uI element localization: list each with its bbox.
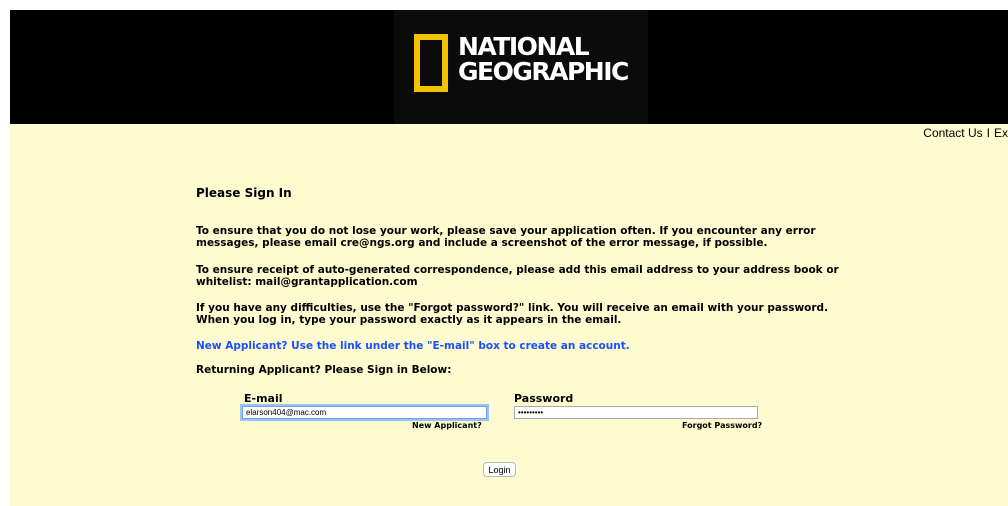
link-separator: I (986, 126, 990, 140)
top-links: Contact Us I Ex (923, 126, 1008, 140)
password-field[interactable] (514, 406, 758, 419)
whitelist-notice: To ensure receipt of auto-generated corr… (196, 264, 839, 288)
new-applicant-note: New Applicant? Use the link under the "E… (196, 340, 630, 352)
contact-us-link[interactable]: Contact Us (923, 126, 982, 140)
save-work-notice: To ensure that you do not lose your work… (196, 225, 816, 249)
yellow-border-icon (414, 34, 448, 92)
logo-line-1: NATIONAL (458, 32, 590, 61)
logo-wordmark: NATIONAL GEOGRAPHIC (458, 32, 629, 86)
site-header: NATIONAL GEOGRAPHIC (10, 10, 1008, 124)
login-button[interactable]: Login (483, 462, 516, 477)
exit-link[interactable]: Ex (994, 126, 1008, 140)
returning-applicant-heading: Returning Applicant? Please Sign in Belo… (196, 364, 452, 376)
password-label: Password (514, 392, 574, 405)
logo-line-2: GEOGRAPHIC (458, 57, 629, 86)
forgot-password-link[interactable]: Forgot Password? (682, 421, 762, 430)
main-content: Contact Us I Ex Please Sign In To ensure t… (10, 124, 1008, 506)
email-field[interactable] (242, 406, 487, 419)
email-label: E-mail (244, 392, 283, 405)
forgot-password-notice: If you have any difficulties, use the "F… (196, 302, 829, 326)
new-applicant-link[interactable]: New Applicant? (412, 421, 482, 430)
page-title: Please Sign In (196, 186, 292, 200)
national-geographic-logo[interactable]: NATIONAL GEOGRAPHIC (394, 10, 648, 124)
